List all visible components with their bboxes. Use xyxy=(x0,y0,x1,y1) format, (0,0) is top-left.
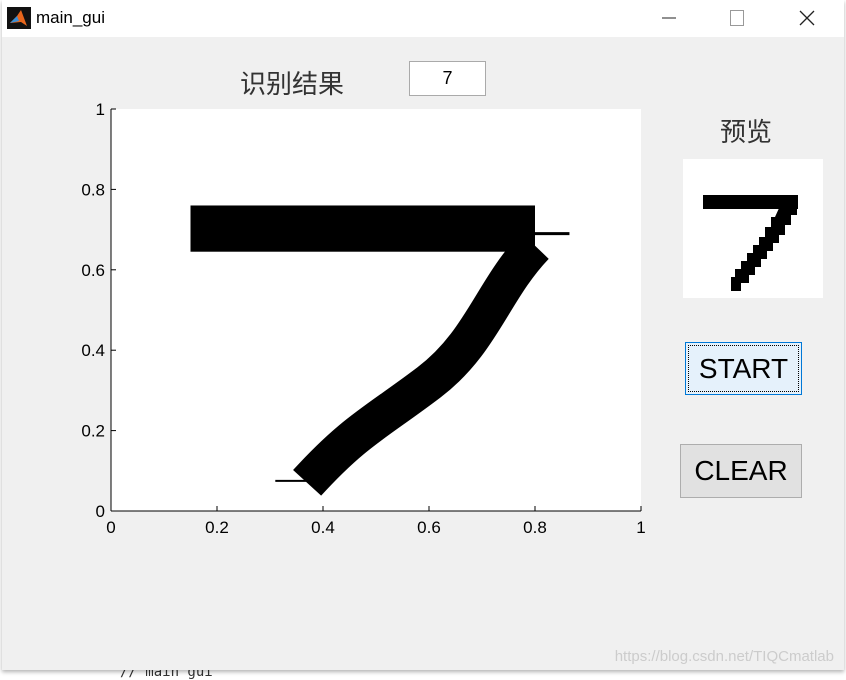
x-tick-label: 0.4 xyxy=(311,518,335,537)
start-button[interactable]: START xyxy=(685,342,802,395)
clear-button[interactable]: CLEAR xyxy=(680,444,802,498)
watermark: https://blog.csdn.net/TIQCmatlab xyxy=(614,648,834,665)
x-tick-label: 0.2 xyxy=(205,518,229,537)
x-tick-label: 0.6 xyxy=(417,518,441,537)
main-window: main_gui 识别结果 7 0 0.2 0.4 0.6 0.8 1 0 0.2 0.4 0.6… xyxy=(2,0,844,670)
x-tick-label: 0 xyxy=(106,518,115,537)
y-tick-label: 0.2 xyxy=(81,422,105,441)
preview-digit xyxy=(703,195,798,291)
y-tick-label: 0.8 xyxy=(81,180,105,199)
y-tick-label: 0 xyxy=(96,502,105,521)
preview-label: 预览 xyxy=(720,118,773,148)
x-tick-label: 0.8 xyxy=(523,518,547,537)
preview-image xyxy=(683,159,823,298)
x-tick-label: 1 xyxy=(636,518,645,537)
plot-area xyxy=(111,109,641,511)
drawn-stroke-top xyxy=(190,205,535,252)
y-tick-label: 1 xyxy=(96,100,105,119)
y-tick-label: 0.6 xyxy=(81,261,105,280)
y-tick-label: 0.4 xyxy=(81,341,105,360)
